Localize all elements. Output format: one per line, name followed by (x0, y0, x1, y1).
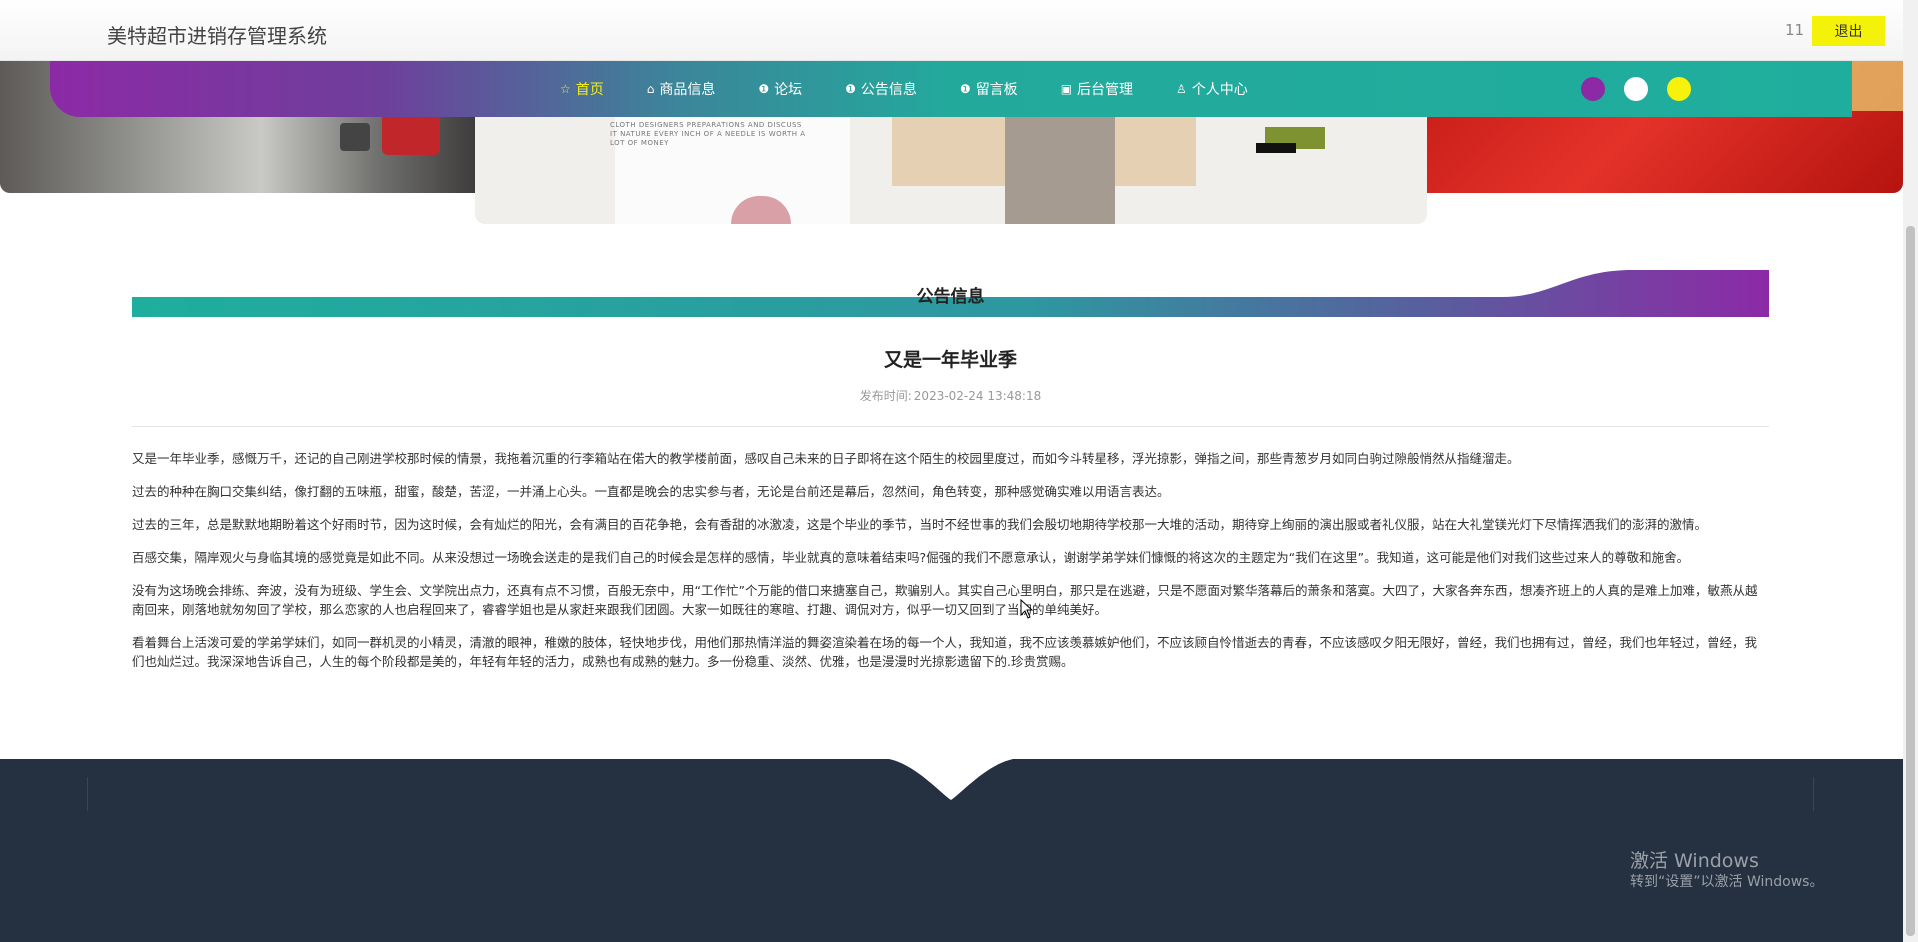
article-paragraph: 又是一年毕业季，感慨万千，还记的自己刚进学校那时候的情景，我拖着沉重的行李箱站在… (132, 451, 1520, 466)
site-title: 美特超市进销存管理系统 (107, 24, 327, 48)
top-header: 美特超市进销存管理系统 11 退出 (0, 0, 1903, 61)
page-scrollbar[interactable] (1903, 0, 1918, 942)
nav-item-forum[interactable]: ❶ 论坛 (758, 79, 802, 99)
nav-item-home[interactable]: ☆ 首页 (560, 79, 604, 99)
divider (132, 426, 1769, 427)
nav-item-label: 首页 (575, 82, 604, 98)
info-icon: ❶ (758, 82, 770, 96)
windows-activation-title: 激活 Windows (1630, 850, 1759, 872)
info-icon: ❶ (959, 82, 971, 96)
nav-menu: ☆ 首页 ⌂ 商品信息 ❶ 论坛 ❶ 公告信息 ❶ 留言板 ▣ 后台管理 ♙ 个… (560, 61, 1291, 117)
scrollbar-thumb[interactable] (1906, 226, 1915, 936)
article-paragraph: 没有为这场晚会排练、奔波，没有为班级、学生会、文学院出点力，还真有点不习惯，百般… (132, 583, 1758, 617)
publish-time: 发布时间: 2023-02-24 13:48:18 (132, 387, 1769, 404)
star-icon: ☆ (560, 82, 571, 96)
article-paragraph: 过去的种种在胸口交集纠结，像打翻的五味瓶，甜蜜，酸楚，苦涩，一并涌上心头。一直都… (132, 484, 1170, 499)
footer-divider-left (87, 777, 88, 811)
nav-item-label: 留言板 (975, 82, 1018, 98)
nav-item-announcements[interactable]: ❶ 公告信息 (845, 79, 917, 99)
banner-car-red (382, 113, 440, 155)
theme-yellow-dot[interactable] (1667, 77, 1691, 101)
article-paragraph: 看着舞台上活泼可爱的学弟学妹们，如同一群机灵的小精灵，清澈的眼神，稚嫩的肢体，轻… (132, 635, 1758, 669)
main-nav: ☆ 首页 ⌂ 商品信息 ❶ 论坛 ❶ 公告信息 ❶ 留言板 ▣ 后台管理 ♙ 个… (50, 61, 1852, 117)
user-count: 11 (1785, 21, 1805, 39)
article-paragraph: 过去的三年，总是默默地期盼着这个好雨时节，因为这时候，会有灿烂的阳光，会有满目的… (132, 517, 1708, 532)
user-icon: ♙ (1176, 82, 1187, 96)
info-icon: ❶ (845, 82, 856, 96)
nav-item-profile[interactable]: ♙ 个人中心 (1176, 79, 1248, 99)
banner-black-block (1256, 143, 1296, 153)
article-paragraph: 百感交集，隔岸观火与身临其境的感觉竟是如此不同。从来没想过一场晚会送走的是我们自… (132, 550, 1690, 565)
nav-item-label: 后台管理 (1077, 82, 1134, 98)
article-title: 又是一年毕业季 (883, 349, 1017, 371)
nav-item-products[interactable]: ⌂ 商品信息 (647, 79, 716, 99)
publish-time-label: 发布时间: (859, 389, 912, 403)
windows-activation-subtitle: 转到“设置”以激活 Windows。 (1630, 874, 1824, 890)
logout-button[interactable]: 退出 (1812, 16, 1885, 46)
nav-item-message-board[interactable]: ❶ 留言板 (960, 79, 1018, 99)
banner-car-dark (340, 123, 370, 151)
publish-time-value: 2023-02-24 13:48:18 (913, 389, 1042, 403)
theme-white-dot[interactable] (1624, 77, 1648, 101)
nav-item-admin[interactable]: ▣ 后台管理 (1061, 79, 1133, 99)
nav-item-label: 个人中心 (1191, 82, 1248, 98)
footer (0, 758, 1903, 942)
theme-purple-dot[interactable] (1581, 77, 1605, 101)
mouse-cursor-icon (1020, 599, 1034, 619)
banner-gold-decoration (1847, 61, 1903, 111)
footer-divider-right (1813, 777, 1814, 811)
section-title: 公告信息 (916, 287, 985, 307)
banner-promo-text: CLOTH DESIGNERS PREPARATIONS AND DISCUSS… (610, 121, 806, 147)
footer-notch-decoration (0, 758, 1903, 800)
home-icon: ⌂ (646, 82, 655, 96)
section-title-bar: 公告信息 (132, 270, 1769, 317)
nav-item-label: 商品信息 (659, 82, 716, 98)
nav-item-label: 公告信息 (860, 82, 917, 98)
briefcase-icon: ▣ (1060, 82, 1073, 96)
article-body: 又是一年毕业季，感慨万千，还记的自己刚进学校那时候的情景，我拖着沉重的行李箱站在… (132, 449, 1769, 685)
nav-item-label: 论坛 (774, 82, 803, 98)
